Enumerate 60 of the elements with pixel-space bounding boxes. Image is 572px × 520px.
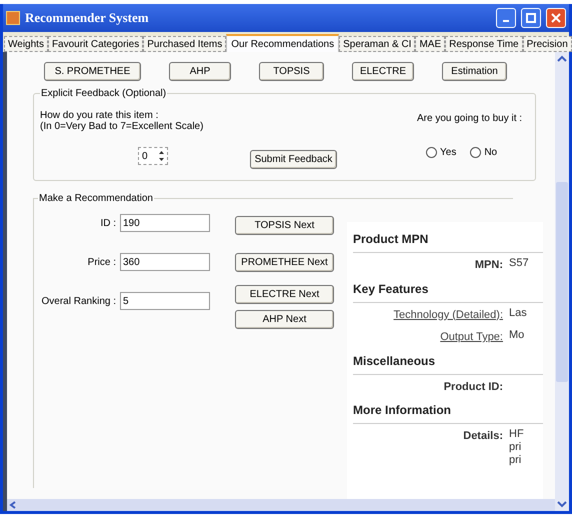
scroll-thumb[interactable]: [556, 182, 568, 382]
next-button[interactable]: ELECTRE Next: [235, 285, 334, 304]
field-link[interactable]: Output Type:: [353, 329, 503, 346]
tab[interactable]: Our Recommendations: [226, 34, 340, 52]
rating-label: How do you rate this item :: [40, 110, 160, 121]
method-button[interactable]: TOPSIS: [259, 62, 324, 81]
radio-option[interactable]: Yes: [426, 145, 456, 160]
tab[interactable]: Weights: [4, 36, 48, 52]
field-label: Price :: [88, 256, 116, 270]
rating-label: (In 0=Very Bad to 7=Excellent Scale): [40, 121, 204, 132]
method-button[interactable]: Estimation: [442, 62, 507, 81]
field-value: pri: [509, 441, 522, 454]
field-label: Overal Ranking :: [42, 294, 116, 308]
group-title: Explicit Feedback (Optional): [40, 86, 168, 101]
field-label: MPN:: [474, 258, 503, 273]
section-heading: More Information: [353, 401, 543, 424]
horizontal-scrollbar[interactable]: [7, 499, 555, 511]
minimize-icon: [502, 20, 510, 22]
method-button[interactable]: S. PROMETHEE: [44, 62, 141, 81]
field-label: ID :: [100, 216, 116, 230]
radio-option[interactable]: No: [470, 145, 498, 160]
radio-button[interactable]: [426, 147, 437, 158]
maximize-button[interactable]: [521, 8, 541, 28]
method-button[interactable]: AHP: [169, 62, 231, 81]
rating-spinner[interactable]: 0: [138, 147, 168, 165]
next-button[interactable]: PROMETHEE Next: [235, 253, 334, 272]
section-heading: Product MPN: [353, 230, 543, 253]
tab[interactable]: Favourit Categories: [48, 36, 144, 52]
vertical-scrollbar[interactable]: [555, 52, 569, 511]
tab[interactable]: MAE: [415, 36, 446, 52]
tab[interactable]: Precision: [522, 36, 572, 52]
tab[interactable]: Response Time: [445, 36, 523, 52]
field-link[interactable]: Technology (Detailed):: [353, 306, 503, 323]
section-heading: Miscellaneous: [353, 352, 543, 374]
method-button[interactable]: ELECTRE: [352, 62, 414, 81]
input-field[interactable]: 190: [120, 214, 210, 232]
field-value: pri: [509, 454, 522, 467]
next-button[interactable]: AHP Next: [235, 310, 334, 329]
input-field[interactable]: 360: [120, 253, 210, 271]
window-title: Recommender System: [25, 9, 150, 28]
radio-button[interactable]: [470, 147, 482, 158]
minimize-button[interactable]: [496, 8, 516, 28]
field-value: Las: [509, 306, 527, 320]
field-value: HF: [509, 428, 524, 441]
submit-feedback-button[interactable]: Submit Feedback: [250, 150, 337, 169]
spinner-value: 0: [142, 150, 148, 164]
close-button[interactable]: [546, 8, 566, 28]
tab[interactable]: Purchased Items: [143, 36, 226, 52]
buy-question: Are you going to buy it :: [417, 112, 522, 126]
field-value: Mo: [509, 329, 524, 342]
section-heading: Key Features: [353, 280, 543, 302]
field-label: Details:: [462, 429, 503, 444]
close-icon: [551, 13, 561, 23]
tab[interactable]: Speraman & CI: [339, 36, 416, 52]
app-icon: [6, 11, 20, 25]
next-button[interactable]: TOPSIS Next: [235, 216, 334, 235]
input-field[interactable]: 5: [120, 292, 210, 310]
maximize-icon: [526, 13, 536, 23]
field-label: Product ID:: [442, 380, 503, 394]
field-value: S57: [509, 257, 529, 270]
